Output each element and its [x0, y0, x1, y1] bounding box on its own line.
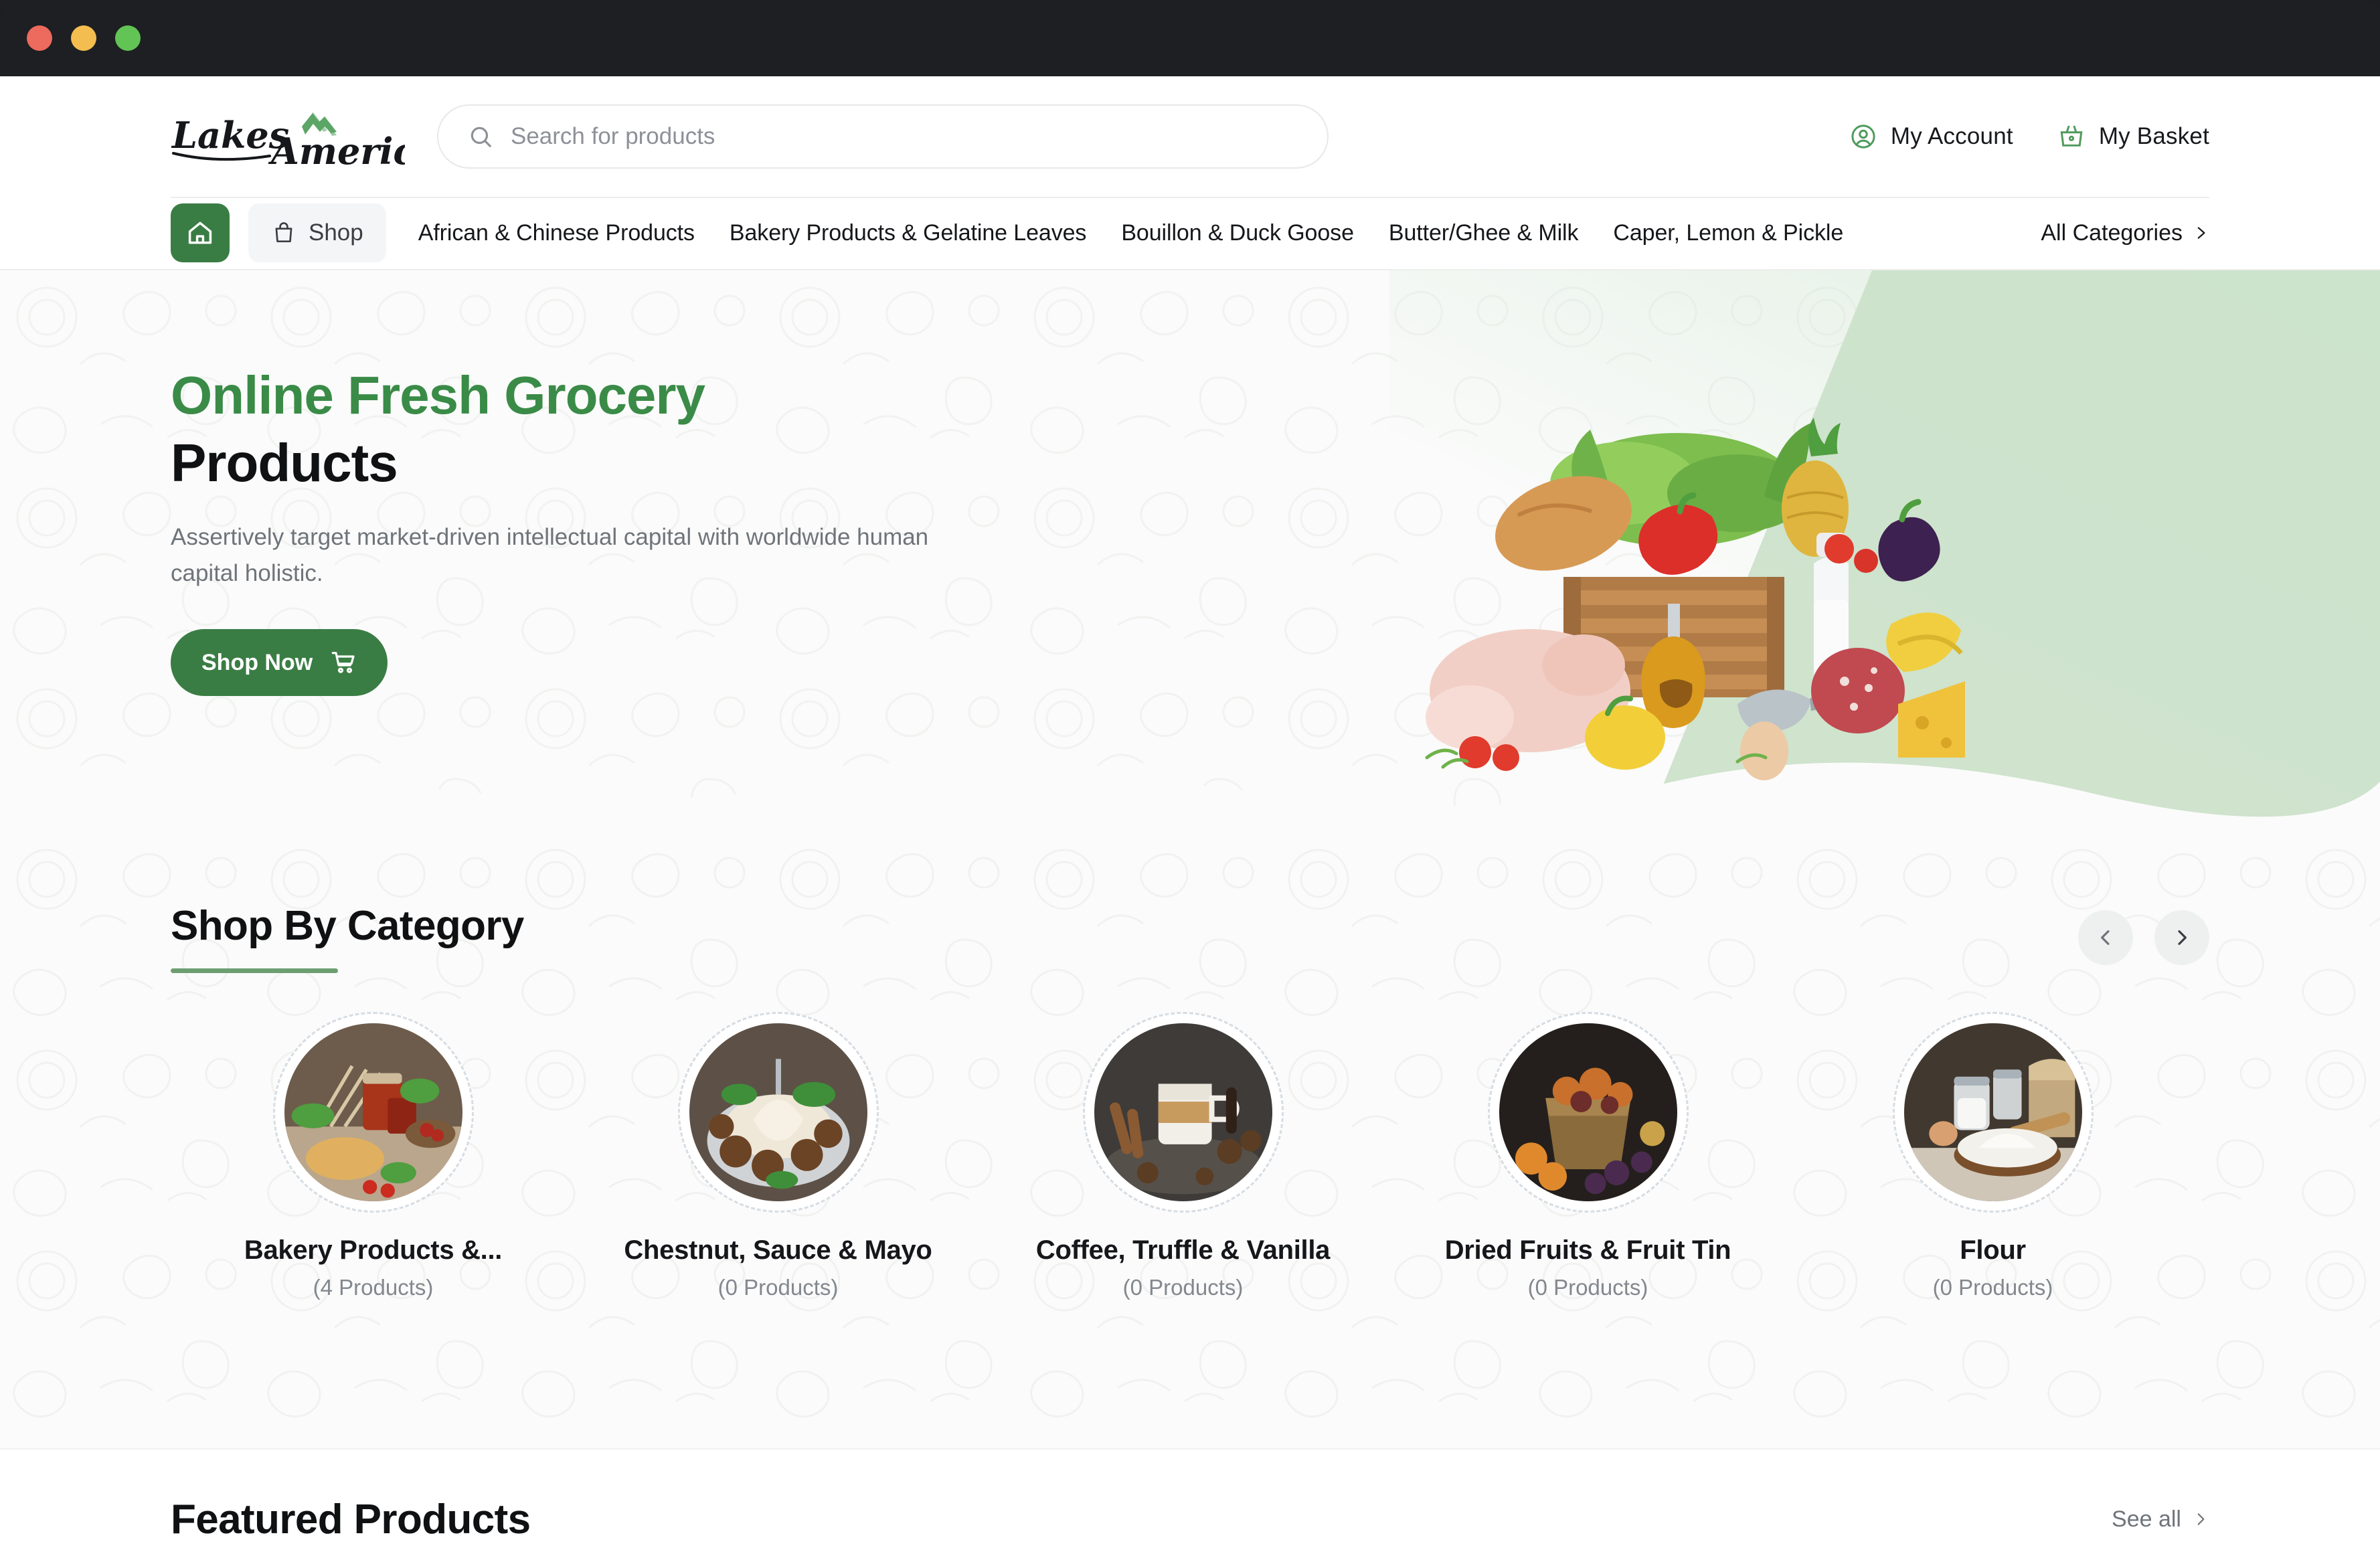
user-circle-icon [1851, 124, 1875, 149]
category-name: Flour [1960, 1235, 2026, 1265]
close-window-button[interactable] [27, 25, 52, 51]
shop-by-category-section: Shop By Category Bakery Products &... (4… [0, 833, 2380, 1448]
category-name: Dried Fruits & Fruit Tin [1444, 1235, 1731, 1265]
see-all-label: See all [2112, 1506, 2181, 1532]
hero-bottom-wave [0, 762, 2380, 833]
category-carousel-controls [2078, 902, 2209, 965]
chevron-right-icon [2178, 930, 2187, 945]
nav-item-caper-lemon-pickle[interactable]: Caper, Lemon & Pickle [1613, 220, 1843, 246]
search-icon [471, 126, 491, 147]
chevron-left-icon [2101, 930, 2110, 945]
nav-item-list: African & Chinese Products Bakery Produc… [418, 220, 1844, 246]
basket-icon [2060, 125, 2083, 147]
category-card-chestnut[interactable]: Chestnut, Sauce & Mayo (0 Products) [576, 1012, 981, 1300]
chevron-right-icon [2197, 227, 2205, 239]
my-account-button[interactable]: My Account [1849, 122, 2013, 151]
shop-now-label: Shop Now [201, 649, 313, 675]
window-titlebar [0, 0, 2380, 76]
title-underline [171, 968, 338, 973]
featured-products-section: Featured Products See all [0, 1448, 2380, 1562]
category-image-ring [272, 1012, 474, 1213]
hero-title-dark: Products [171, 432, 398, 493]
category-next-button[interactable] [2154, 910, 2209, 965]
nav-item-bouillon-duck-goose[interactable]: Bouillon & Duck Goose [1121, 220, 1354, 246]
category-card-coffee[interactable]: Coffee, Truffle & Vanilla (0 Products) [981, 1012, 1385, 1300]
category-navbar: Shop African & Chinese Products Bakery P… [0, 197, 2380, 270]
site-header: Lakes America My Account [0, 76, 2380, 197]
browser-window: Lakes America My Account [0, 0, 2380, 1562]
hero-subtitle: Assertively target market-driven intelle… [171, 523, 929, 587]
category-image-coffee [1094, 1023, 1272, 1201]
shop-button[interactable]: Shop [248, 203, 386, 262]
nav-item-butter-ghee-milk[interactable]: Butter/Ghee & Milk [1389, 220, 1579, 246]
search-bar[interactable] [437, 104, 1329, 169]
my-account-label: My Account [1890, 123, 2013, 149]
shopping-bag-icon [275, 222, 292, 243]
search-input[interactable] [511, 123, 1298, 150]
shop-now-button[interactable]: Shop Now [171, 629, 388, 697]
hero-grocery-image [1425, 418, 1965, 780]
minimize-window-button[interactable] [71, 25, 96, 51]
category-image-ring [677, 1012, 879, 1213]
category-count: (0 Products) [1932, 1275, 2053, 1300]
category-card-flour[interactable]: Flour (0 Products) [1790, 1012, 2195, 1300]
category-image-bakery [284, 1023, 462, 1201]
category-image-ring [1487, 1012, 1689, 1213]
header-actions: My Account My Basket [1849, 122, 2209, 151]
maximize-window-button[interactable] [115, 25, 141, 51]
category-name: Bakery Products &... [244, 1235, 503, 1265]
hero-copy: Online Fresh Grocery Products Assertivel… [171, 365, 981, 697]
shop-label: Shop [309, 220, 363, 246]
page-content: Lakes America My Account [0, 76, 2380, 1562]
site-logo[interactable]: Lakes America [171, 100, 405, 173]
cart-icon [331, 652, 355, 674]
all-categories-label: All Categories [2041, 220, 2183, 246]
all-categories-button[interactable]: All Categories [2041, 220, 2209, 246]
nav-item-bakery-gelatine[interactable]: Bakery Products & Gelatine Leaves [730, 220, 1087, 246]
home-button[interactable] [171, 203, 230, 262]
category-count: (0 Products) [717, 1275, 839, 1300]
category-card-bakery[interactable]: Bakery Products &... (4 Products) [171, 1012, 576, 1300]
home-icon [188, 222, 212, 244]
category-count: (4 Products) [313, 1275, 434, 1300]
my-basket-button[interactable]: My Basket [2057, 122, 2209, 151]
category-section-header: Shop By Category [171, 833, 2209, 973]
my-basket-label: My Basket [2098, 123, 2209, 149]
category-prev-button[interactable] [2078, 910, 2133, 965]
nav-item-african-chinese[interactable]: African & Chinese Products [418, 220, 695, 246]
category-image-dried-fruits [1499, 1023, 1677, 1201]
category-carousel: Bakery Products &... (4 Products) Chestn… [171, 1012, 2209, 1300]
see-all-button[interactable]: See all [2112, 1506, 2209, 1533]
hero-title-green: Online Fresh Grocery [171, 365, 705, 425]
category-count: (0 Products) [1122, 1275, 1244, 1300]
chevron-right-icon [2197, 1513, 2205, 1525]
category-section-title: Shop By Category [171, 903, 524, 949]
hero-banner: Online Fresh Grocery Products Assertivel… [0, 270, 2380, 833]
category-card-dried-fruits[interactable]: Dried Fruits & Fruit Tin (0 Products) [1385, 1012, 1790, 1300]
category-image-chestnut [689, 1023, 867, 1201]
category-name: Chestnut, Sauce & Mayo [624, 1235, 932, 1265]
category-image-ring [1892, 1012, 2094, 1213]
svg-text:America: America [268, 130, 405, 173]
category-name: Coffee, Truffle & Vanilla [1035, 1235, 1331, 1265]
category-image-flour [1903, 1023, 2082, 1201]
category-image-ring [1082, 1012, 1284, 1213]
featured-section-title: Featured Products [171, 1496, 531, 1543]
category-count: (0 Products) [1527, 1275, 1648, 1300]
